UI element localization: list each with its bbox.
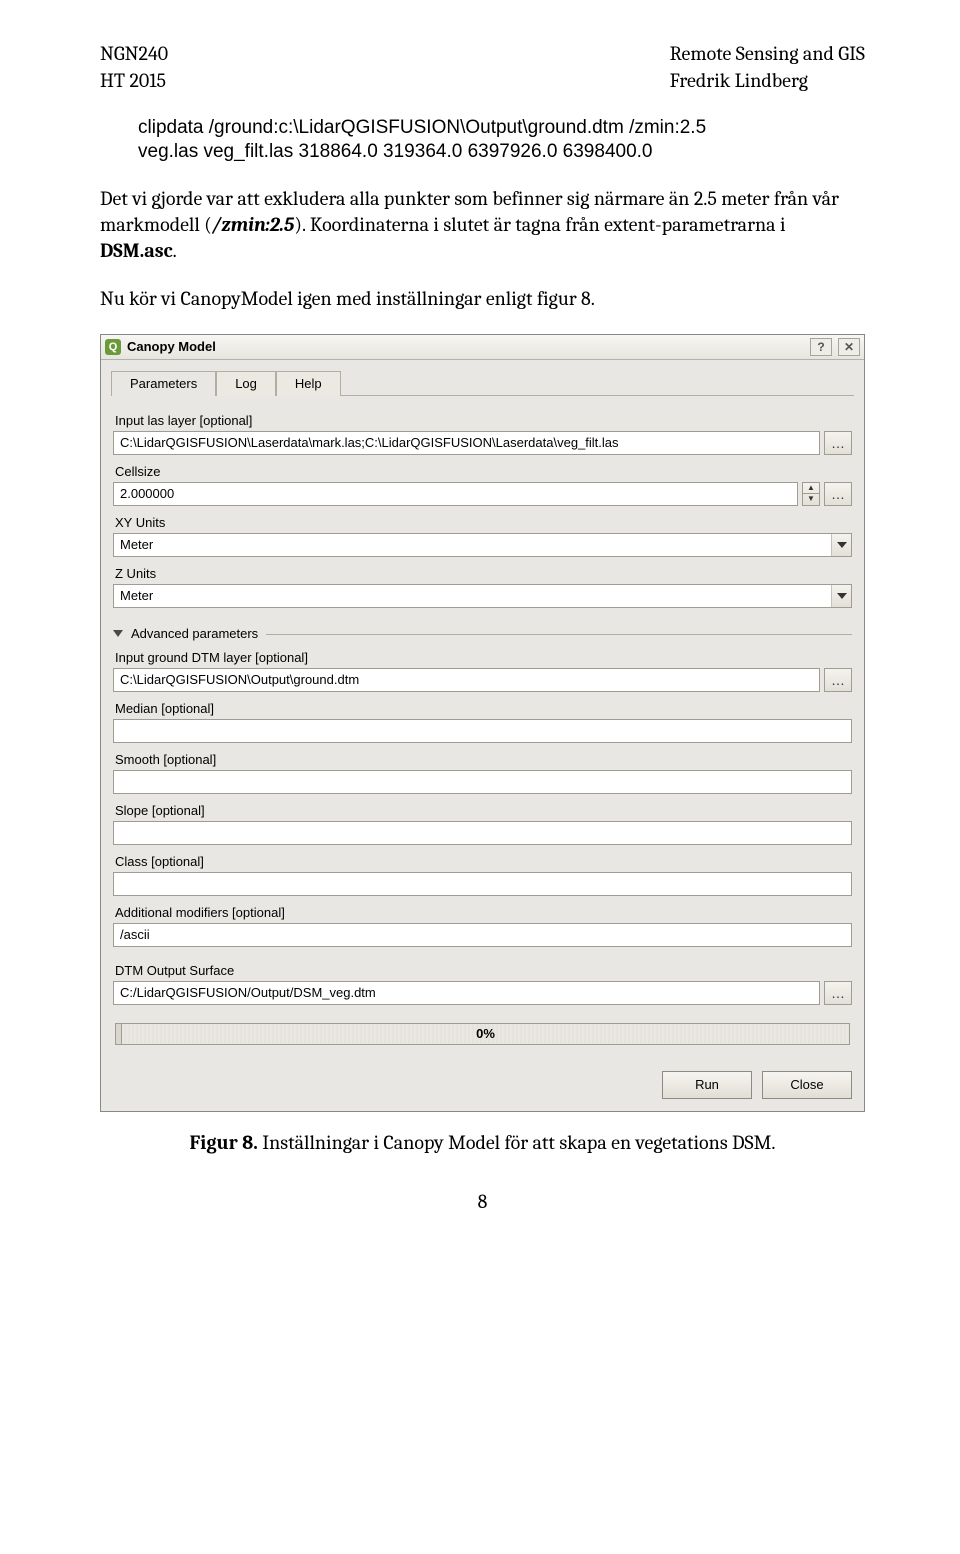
code-block: clipdata /ground:c:\LidarQGISFUSION\Outp… xyxy=(138,116,865,164)
chevron-down-icon[interactable] xyxy=(831,585,851,607)
chevron-down-icon[interactable] xyxy=(831,534,851,556)
header-left-top: NGN240 xyxy=(100,40,168,67)
cellsize-stepper[interactable]: ▲▼ xyxy=(802,482,820,506)
additional-modifiers-label: Additional modifiers [optional] xyxy=(113,896,852,923)
cellsize-label: Cellsize xyxy=(113,455,852,482)
close-icon[interactable]: ✕ xyxy=(838,338,860,356)
cellsize-field[interactable] xyxy=(113,482,798,506)
input-las-label: Input las layer [optional] xyxy=(113,404,852,431)
page-header: NGN240 HT 2015 Remote Sensing and GIS Fr… xyxy=(100,40,865,94)
median-field[interactable] xyxy=(113,719,852,743)
figure-caption: Figur 8. Inställningar i Canopy Model fö… xyxy=(100,1130,865,1156)
class-label: Class [optional] xyxy=(113,845,852,872)
ground-dtm-field[interactable] xyxy=(113,668,820,692)
tab-strip: Parameters Log Help xyxy=(101,360,864,395)
z-units-select[interactable] xyxy=(113,584,852,608)
qgis-icon: Q xyxy=(105,339,121,355)
input-las-field[interactable] xyxy=(113,431,820,455)
tab-parameters[interactable]: Parameters xyxy=(111,371,216,396)
output-surface-label: DTM Output Surface xyxy=(113,947,852,981)
advanced-parameters-label: Advanced parameters xyxy=(131,626,258,641)
tab-help[interactable]: Help xyxy=(276,371,341,396)
additional-modifiers-field[interactable] xyxy=(113,923,852,947)
header-right-top: Remote Sensing and GIS xyxy=(670,40,865,67)
output-surface-browse-button[interactable]: … xyxy=(824,981,852,1005)
progress-bar: 0% xyxy=(115,1023,850,1045)
triangle-down-icon xyxy=(113,630,123,637)
advanced-parameters-toggle[interactable]: Advanced parameters xyxy=(113,626,852,641)
class-field[interactable] xyxy=(113,872,852,896)
header-right-bottom: Fredrik Lindberg xyxy=(670,67,865,94)
progress-text: 0% xyxy=(476,1026,495,1041)
titlebar: Q Canopy Model ? ✕ xyxy=(101,335,864,360)
ground-dtm-label: Input ground DTM layer [optional] xyxy=(113,641,852,668)
output-surface-field[interactable] xyxy=(113,981,820,1005)
paragraph-1: Det vi gjorde var att exkludera alla pun… xyxy=(100,186,865,264)
dialog-title: Canopy Model xyxy=(127,339,216,354)
canopy-model-dialog: Q Canopy Model ? ✕ Parameters Log Help I… xyxy=(100,334,865,1112)
xy-units-label: XY Units xyxy=(113,506,852,533)
z-units-label: Z Units xyxy=(113,557,852,584)
header-left-bottom: HT 2015 xyxy=(100,67,168,94)
input-las-browse-button[interactable]: … xyxy=(824,431,852,455)
cellsize-extra-button[interactable]: … xyxy=(824,482,852,506)
slope-label: Slope [optional] xyxy=(113,794,852,821)
run-button[interactable]: Run xyxy=(662,1071,752,1099)
ground-dtm-browse-button[interactable]: … xyxy=(824,668,852,692)
tab-log[interactable]: Log xyxy=(216,371,276,396)
help-button[interactable]: ? xyxy=(810,338,832,356)
smooth-field[interactable] xyxy=(113,770,852,794)
xy-units-select[interactable] xyxy=(113,533,852,557)
slope-field[interactable] xyxy=(113,821,852,845)
page-number: 8 xyxy=(100,1190,865,1213)
median-label: Median [optional] xyxy=(113,692,852,719)
close-button[interactable]: Close xyxy=(762,1071,852,1099)
paragraph-2: Nu kör vi CanopyModel igen med inställni… xyxy=(100,286,865,312)
smooth-label: Smooth [optional] xyxy=(113,743,852,770)
